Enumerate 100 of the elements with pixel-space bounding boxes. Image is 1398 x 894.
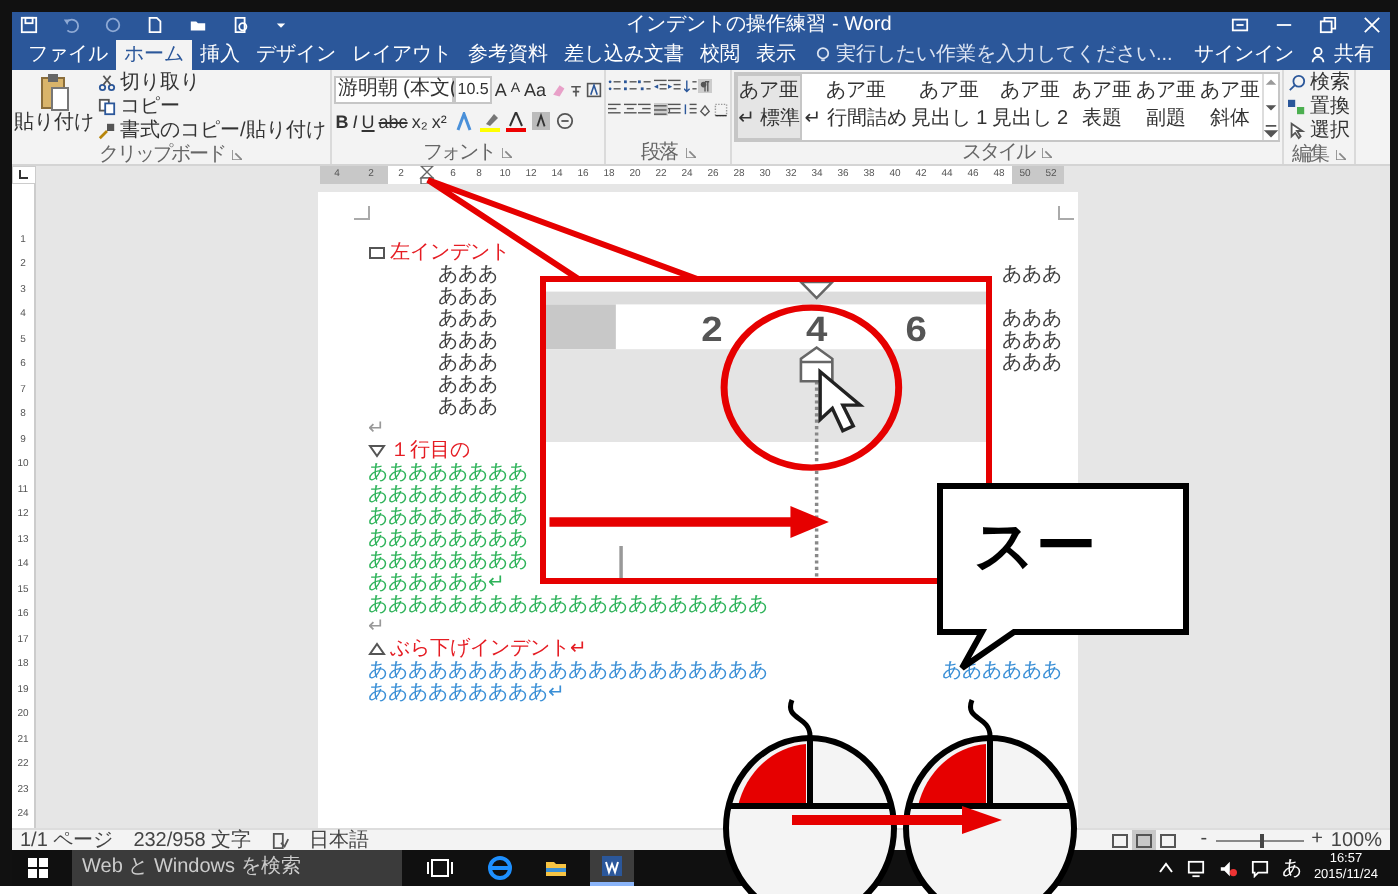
restore-icon[interactable] [1318,16,1338,35]
align-center-icon[interactable] [623,101,638,118]
style-item[interactable]: あア亜 副題 [1134,73,1199,140]
character-border-icon[interactable] [586,81,603,98]
distributed-icon[interactable] [668,101,683,118]
format-painter-button[interactable]: 書式のコピー/貼り付け [96,119,328,144]
speaker-muted-icon[interactable] [1217,859,1238,877]
underline-button[interactable]: U [359,107,377,136]
ribbon-tab[interactable]: 校閲 [692,39,748,70]
proofing-icon[interactable] [271,831,290,849]
style-item[interactable]: あア亜 斜体 [1198,73,1263,140]
align-right-icon[interactable] [638,101,653,118]
find-button[interactable]: 検索 [1286,71,1353,96]
more-styles-icon[interactable] [1264,121,1279,140]
bold-button[interactable]: B [333,107,351,136]
indent-marker-icon[interactable] [414,165,440,184]
heading-marker-icon[interactable] [368,243,386,262]
heading-marker-icon[interactable] [368,639,386,658]
web-layout-button[interactable] [1156,830,1181,850]
numbered-list-icon[interactable] [623,77,638,94]
folder-icon[interactable] [188,16,208,35]
dialog-launcher-icon[interactable] [232,149,243,160]
subscript-button[interactable]: x₂ [409,107,430,136]
zoom-in-button[interactable]: + [1311,830,1323,850]
share-button[interactable]: 共有 [1302,39,1382,70]
language: 日本語 [309,829,370,851]
undo-icon[interactable] [62,16,80,35]
dialog-launcher-icon[interactable] [1042,147,1053,158]
tell-me-field[interactable]: 実行したい作業を入力してください... [816,43,1173,66]
dialog-launcher-icon[interactable] [502,147,513,158]
sign-in-link[interactable]: サインイン [1186,39,1302,70]
new-document-icon[interactable] [146,16,164,35]
ribbon-tab[interactable]: 参考資料 [460,39,556,70]
scissors-icon [98,74,116,93]
borders-icon[interactable] [713,101,728,118]
ribbon-tab[interactable]: 挿入 [192,39,248,70]
body-text: あああ [1002,263,1062,286]
slider-thumb[interactable] [1259,833,1264,847]
paste-button[interactable]: 貼り付け [14,71,94,144]
style-item[interactable]: あア亜 ↵ 行間詰め [802,73,909,140]
enclosed-character-icon[interactable] [556,112,575,131]
select-button[interactable]: 選択 [1286,119,1353,144]
font-color-icon[interactable] [506,111,527,132]
grow-font-button[interactable]: A [492,75,509,104]
font-size-combo[interactable]: 10.5 [453,75,493,104]
superscript-button[interactable]: x² [429,107,449,136]
notification-icon[interactable] [1249,859,1270,877]
ime-indicator[interactable]: あ [1281,857,1302,879]
ribbon-display-icon[interactable] [1230,16,1250,35]
save-icon[interactable] [20,16,38,35]
phonetic-guide-icon[interactable] [568,81,585,98]
network-icon[interactable] [1185,859,1206,877]
change-case-button[interactable]: Aa [522,75,549,104]
copy-button[interactable]: コピー [96,95,328,120]
strikethrough-button[interactable]: abc [376,107,410,136]
justify-icon[interactable] [653,101,668,118]
chevron-up-icon[interactable] [1157,860,1174,876]
style-item[interactable]: あア亜 表題 [1070,73,1135,140]
bullet-list-icon[interactable] [608,77,623,94]
task-view-icon[interactable] [426,858,454,878]
shading-icon[interactable] [698,101,713,118]
character-shading-icon[interactable] [532,112,551,131]
close-icon[interactable] [1362,16,1382,35]
italic-button[interactable]: I [350,107,360,136]
taskbar-app-button[interactable] [590,850,634,886]
replace-button[interactable]: 置換 [1286,95,1353,120]
style-item[interactable]: あア亜 見出し 2 [989,73,1071,140]
dialog-launcher-icon[interactable] [1336,149,1347,160]
print-layout-button[interactable] [1132,830,1157,850]
search-field[interactable]: Web と Windows を検索 [72,850,402,886]
text-effects-icon[interactable] [454,111,475,132]
ribbon-tab[interactable]: 表示 [748,39,804,70]
increase-indent-icon[interactable] [668,77,683,94]
print-preview-icon[interactable] [232,16,250,35]
ribbon-tab[interactable]: レイアウト [344,39,460,70]
cut-button[interactable]: 切り取り [96,71,328,96]
windows-logo-icon[interactable] [26,856,50,880]
highlighter-icon[interactable] [480,111,501,132]
body-text: あああ [1002,307,1062,330]
ribbon-tab[interactable]: ホーム [116,39,192,70]
style-item[interactable]: あア亜 ↵ 標準 [736,73,803,140]
line-spacing-icon[interactable] [683,101,698,118]
ribbon-tab[interactable]: ファイル [20,39,116,70]
heading-marker-icon[interactable] [368,441,386,460]
character-count: 232/958 文字 [133,829,252,851]
decrease-indent-icon[interactable] [653,77,668,94]
dialog-launcher-icon[interactable] [685,147,696,158]
read-mode-button[interactable] [1108,830,1133,850]
group-label: フォント [422,141,495,164]
multilevel-list-icon[interactable] [638,77,653,94]
paragraph-mark-icon[interactable] [698,77,713,94]
sort-icon[interactable] [683,77,698,94]
align-left-icon[interactable] [608,101,623,118]
body-text: あああ [438,329,498,352]
ribbon-tab[interactable]: デザイン [248,39,344,70]
ribbon-tab[interactable]: 差し込み文書 [556,39,692,70]
style-item[interactable]: あア亜 見出し 1 [908,73,990,140]
browser-icon [488,856,512,880]
zoom-out-button[interactable]: - [1200,830,1208,850]
group-label: 段落 [641,141,678,164]
